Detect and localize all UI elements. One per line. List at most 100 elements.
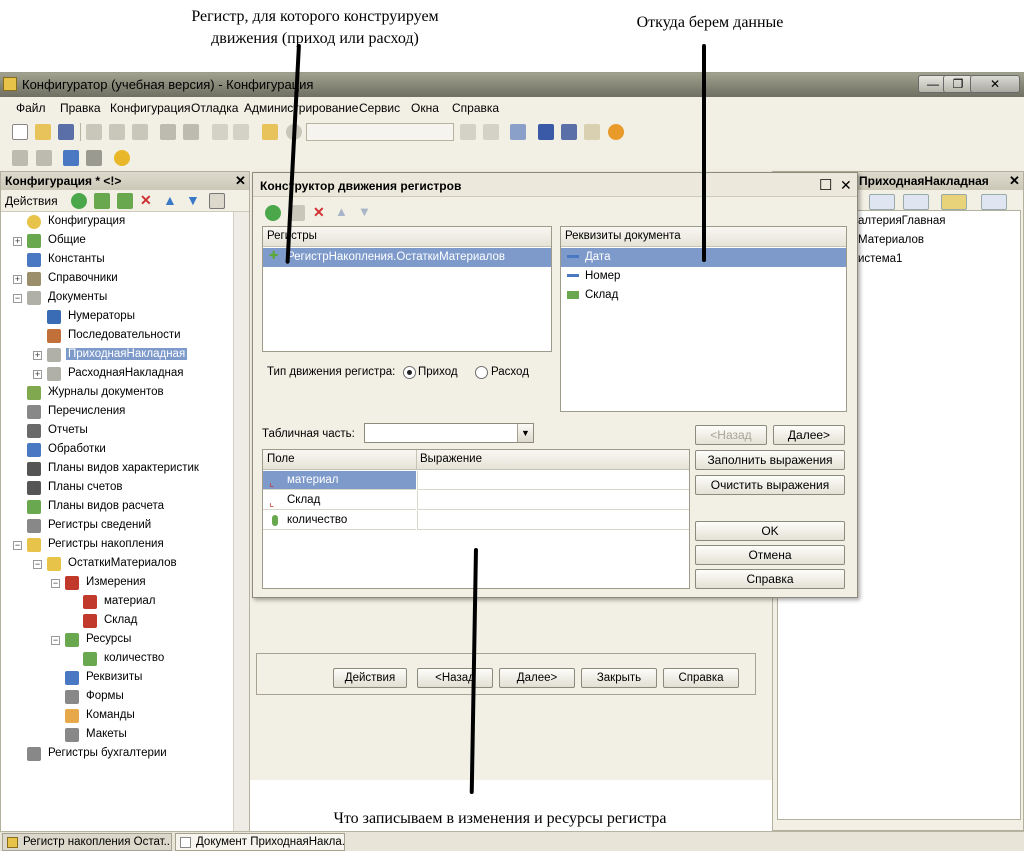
syntax-helper-icon[interactable] xyxy=(584,124,600,140)
config-tree-icon[interactable] xyxy=(12,150,28,166)
close-button[interactable]: ✕ xyxy=(970,75,1020,93)
info-icon[interactable] xyxy=(608,124,624,140)
wizard-icon[interactable] xyxy=(538,124,554,140)
grid-expression-cell[interactable] xyxy=(417,471,689,490)
grid-field-label: материал xyxy=(287,474,339,486)
clear-expressions-button[interactable]: Очистить выражения xyxy=(695,475,845,495)
collapse-icon[interactable]: − xyxy=(51,636,60,645)
open-folder-icon[interactable] xyxy=(35,124,51,140)
menu-edit[interactable]: Правка xyxy=(60,101,101,115)
doc-tab-export-icon[interactable] xyxy=(981,194,1007,210)
tab-document[interactable]: Документ ПриходнаяНакла... xyxy=(175,833,345,851)
preview-icon[interactable] xyxy=(183,124,199,140)
find-prev-icon[interactable] xyxy=(483,124,499,140)
update-db-icon[interactable] xyxy=(86,150,102,166)
help-button[interactable]: Справка xyxy=(695,569,845,589)
tree-item-label: Документы xyxy=(48,291,108,303)
expand-icon[interactable]: + xyxy=(33,351,42,360)
print-icon[interactable] xyxy=(160,124,176,140)
fill-expressions-button[interactable]: Заполнить выражения xyxy=(695,450,845,470)
grid-expression-cell[interactable] xyxy=(417,491,689,510)
collapse-icon[interactable]: − xyxy=(13,541,22,550)
tabular-part-select[interactable]: ▼ xyxy=(364,423,534,443)
panel-close-icon[interactable]: ✕ xyxy=(235,173,246,189)
add-register-icon[interactable] xyxy=(265,205,281,221)
grid-field-cell[interactable]: ⌞ материал xyxy=(263,471,416,490)
paste-icon[interactable] xyxy=(132,124,148,140)
menu-file[interactable]: Файл xyxy=(16,101,46,115)
new-file-icon[interactable] xyxy=(12,124,28,140)
grid-field-cell[interactable]: ⌞ Склад xyxy=(263,491,416,510)
delete-icon[interactable]: ✕ xyxy=(140,193,156,209)
income-radio[interactable] xyxy=(403,366,416,379)
doc-panel-item[interactable]: алтерияГлавная xyxy=(858,215,945,227)
move-down-register-icon[interactable]: ▼ xyxy=(358,205,374,221)
collapse-icon[interactable]: − xyxy=(51,579,60,588)
bg-close-button[interactable]: Закрыть xyxy=(581,668,657,688)
properties-icon[interactable] xyxy=(209,193,225,209)
move-up-icon[interactable]: ▲ xyxy=(163,193,179,209)
menu-service[interactable]: Сервис xyxy=(359,101,400,115)
collapse-icon[interactable]: − xyxy=(33,560,42,569)
menu-help[interactable]: Справка xyxy=(452,101,499,115)
maximize-button[interactable]: ❐ xyxy=(943,75,973,93)
menu-configuration[interactable]: Конфигурация xyxy=(110,101,191,115)
actions-menu[interactable]: Действия xyxy=(5,194,58,208)
expand-icon[interactable]: + xyxy=(33,370,42,379)
save-icon[interactable] xyxy=(58,124,74,140)
dialog-close-icon[interactable]: ✕ xyxy=(840,177,852,194)
cut-icon[interactable] xyxy=(86,124,102,140)
expand-icon[interactable]: + xyxy=(13,237,22,246)
expand-icon[interactable]: + xyxy=(13,275,22,284)
find-icon[interactable] xyxy=(262,124,278,140)
expense-radio[interactable] xyxy=(475,366,488,379)
collapse-icon[interactable]: − xyxy=(13,294,22,303)
grid-field-cell[interactable]: количество xyxy=(263,511,416,530)
doc-tab-structure-icon[interactable] xyxy=(903,194,929,210)
tab-register[interactable]: Регистр накопления Остат... xyxy=(2,833,172,851)
dialog-maximize-icon[interactable]: ☐ xyxy=(819,176,832,194)
copy-item-icon[interactable] xyxy=(117,193,133,209)
tree-item-icon xyxy=(27,234,41,248)
run-icon[interactable] xyxy=(114,150,130,166)
doc-panel-item[interactable]: истема1 xyxy=(858,253,902,265)
menu-debug[interactable]: Отладка xyxy=(191,101,238,115)
bg-back-button[interactable]: <Назад xyxy=(417,668,493,688)
tree-scrollbar[interactable] xyxy=(233,212,249,832)
find-next-icon[interactable] xyxy=(460,124,476,140)
delete-register-icon[interactable]: ✕ xyxy=(313,205,329,221)
add-icon[interactable] xyxy=(71,193,87,209)
register-row[interactable]: ✚ РегистрНакопления.ОстаткиМатериалов xyxy=(263,248,551,267)
bg-help-button[interactable]: Справка xyxy=(663,668,739,688)
search-combo[interactable] xyxy=(306,123,454,141)
back-button[interactable]: <Назад xyxy=(695,425,767,445)
menu-administration[interactable]: Администрирование xyxy=(244,101,358,115)
copy-icon[interactable] xyxy=(109,124,125,140)
standard-toolbar xyxy=(0,119,1024,145)
compare-icon[interactable] xyxy=(36,150,52,166)
ok-button[interactable]: OK xyxy=(695,521,845,541)
expense-radio-label[interactable]: Расход xyxy=(491,366,529,378)
doc-panel-item[interactable]: Материалов xyxy=(858,234,924,246)
bg-actions-button[interactable]: Действия xyxy=(333,668,407,688)
undo-icon[interactable] xyxy=(212,124,228,140)
menu-windows[interactable]: Окна xyxy=(411,101,439,115)
redo-icon[interactable] xyxy=(233,124,249,140)
income-radio-label[interactable]: Приход xyxy=(418,366,458,378)
doc-tab-attributes-icon[interactable] xyxy=(869,194,895,210)
doc-tab-run-icon[interactable] xyxy=(941,194,967,210)
edit-icon[interactable] xyxy=(94,193,110,209)
cancel-button[interactable]: Отмена xyxy=(695,545,845,565)
chevron-down-icon[interactable]: ▼ xyxy=(517,424,533,442)
move-down-icon[interactable]: ▼ xyxy=(186,193,202,209)
grid-expression-cell[interactable] xyxy=(417,511,689,530)
help-search-icon[interactable] xyxy=(561,124,577,140)
windows-icon[interactable] xyxy=(510,124,526,140)
database-icon[interactable] xyxy=(63,150,79,166)
doc-panel-close-icon[interactable]: ✕ xyxy=(1009,173,1020,189)
bg-next-button[interactable]: Далее> xyxy=(499,668,575,688)
attribute-row-warehouse[interactable]: Склад xyxy=(561,286,846,305)
next-button[interactable]: Далее> xyxy=(773,425,845,445)
attribute-row-number[interactable]: Номер xyxy=(561,267,846,286)
move-up-register-icon[interactable]: ▲ xyxy=(335,205,351,221)
